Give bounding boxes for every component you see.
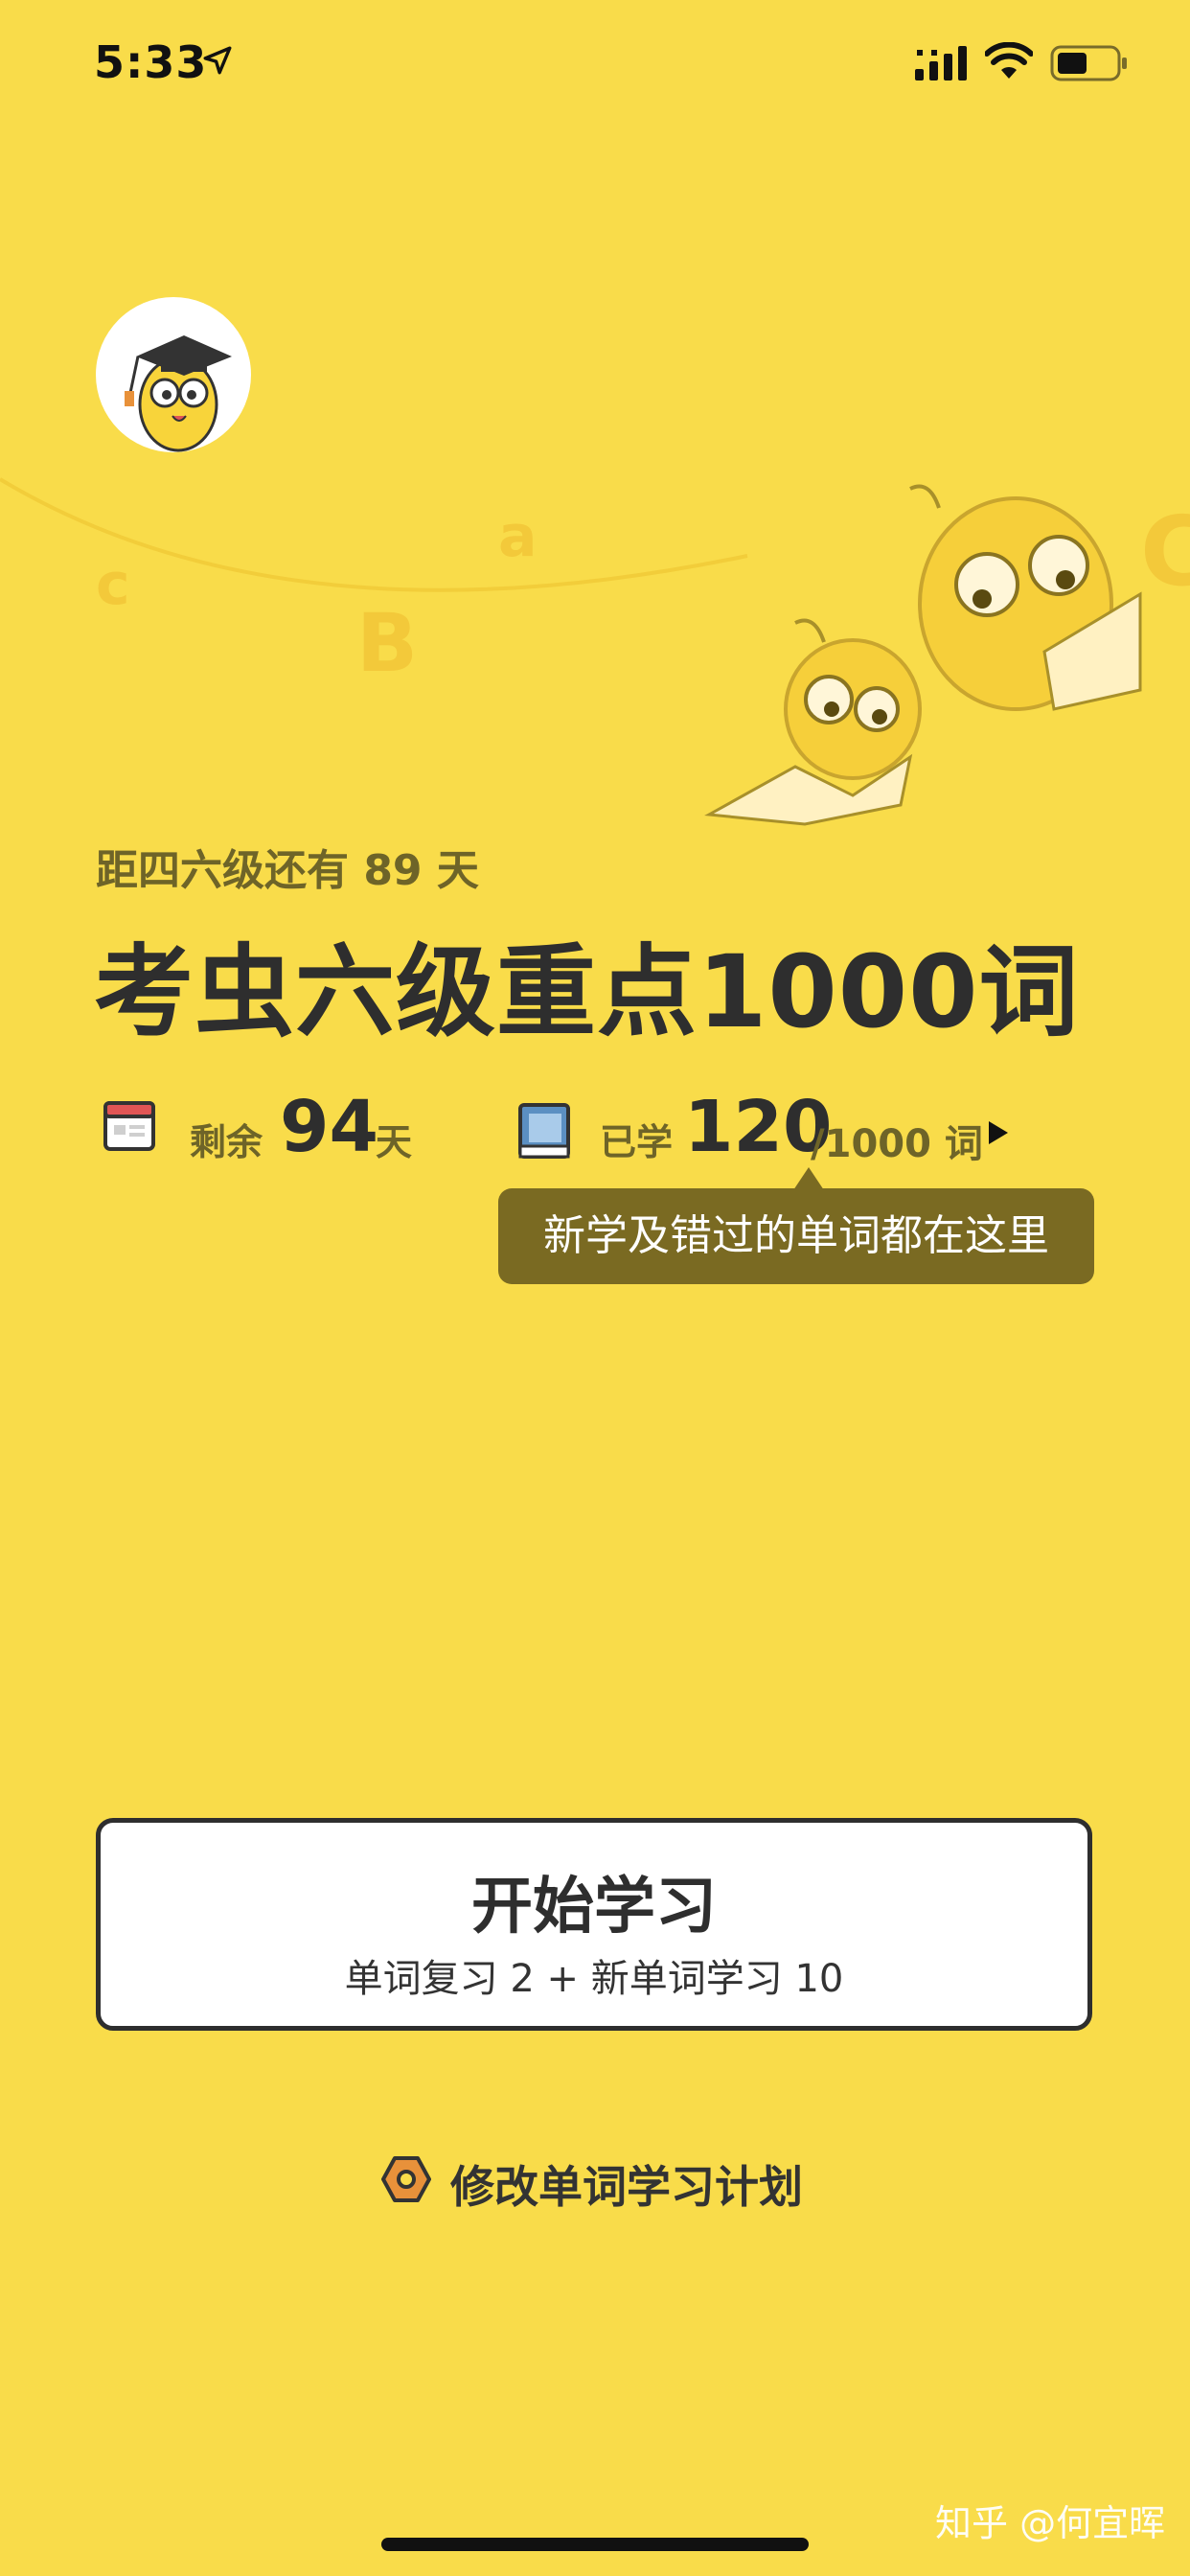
calendar-icon <box>103 1101 155 1151</box>
tooltip-text: 新学及错过的单词都在这里 <box>543 1211 1049 1260</box>
home-indicator[interactable] <box>381 2538 809 2551</box>
remaining-days-label: 剩余 <box>190 1121 263 1163</box>
start-learning-title: 开始学习 <box>471 1872 717 1943</box>
exam-countdown: 距四六级还有 89 天 <box>96 846 479 895</box>
wifi-icon <box>985 42 1033 79</box>
signal-icon <box>915 46 967 80</box>
modify-plan-label: 修改单词学习计划 <box>450 2161 803 2213</box>
learned-words-label[interactable]: 已学 <box>600 1113 673 1165</box>
location-arrow-icon <box>203 46 232 75</box>
svg-text:C: C <box>1140 495 1190 608</box>
learned-words-total[interactable]: /1000 词 <box>811 1113 983 1168</box>
status-time: 5:33 <box>94 36 208 88</box>
svg-text:B: B <box>356 596 418 690</box>
watermark: 知乎 @何宜晖 <box>935 2502 1166 2544</box>
reading-mascots-illustration: C <box>704 484 1190 826</box>
graduate-mascot-icon <box>99 300 248 452</box>
svg-text:a: a <box>498 503 538 570</box>
modify-plan-link[interactable]: 修改单词学习计划 <box>381 2143 822 2213</box>
remaining-days-unit: 天 <box>376 1121 413 1163</box>
book-icon <box>518 1103 570 1159</box>
tooltip-pointer <box>793 1167 824 1190</box>
play-arrow-icon[interactable] <box>987 1119 1010 1146</box>
remaining-days-value: 94 <box>280 1086 378 1168</box>
battery-icon <box>1050 45 1127 81</box>
svg-text:c: c <box>96 551 130 618</box>
start-learning-button[interactable]: 开始学习 单词复习 2 + 新单词学习 10 <box>96 1818 1092 2031</box>
hex-nut-icon <box>381 2156 431 2202</box>
avatar[interactable] <box>96 297 251 452</box>
page-title: 考虫六级重点1000词 <box>94 933 1080 1050</box>
start-learning-subtitle: 单词复习 2 + 新单词学习 10 <box>344 1957 844 2001</box>
